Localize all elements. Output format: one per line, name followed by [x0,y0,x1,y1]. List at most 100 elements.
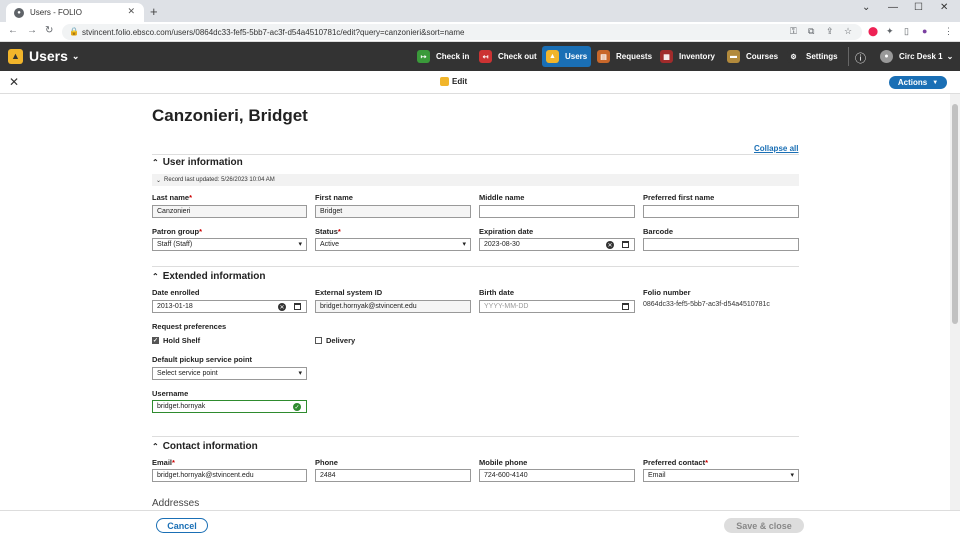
edit-form: Canzonieri, Bridget ⌃ User information Co… [0,94,950,510]
close-window-icon[interactable]: ✕ [940,2,948,13]
share-icon[interactable]: ⇪ [826,26,834,37]
username-value: bridget.hornyak [157,403,206,410]
close-icon[interactable]: ✕ [9,75,19,89]
pickup-service-point-select[interactable]: Select service point ▾ [152,367,307,380]
caret-down-icon: ▾ [298,370,302,377]
caret-down-icon: ▾ [298,241,302,248]
phone-label: Phone [315,458,338,467]
scrollbar[interactable] [950,94,960,510]
module-requests[interactable]: ▤ Requests [593,46,656,67]
section-extended-information[interactable]: ⌃ Extended information [152,271,266,282]
module-label: Inventory [679,52,716,61]
mobile-phone-input[interactable]: 724-600-4140 [479,469,635,482]
help-icon[interactable]: ⓘ [855,50,866,66]
sidepanel-icon[interactable]: ▯ [904,26,909,37]
preferred-first-name-input[interactable] [643,205,799,218]
section-user-information[interactable]: ⌃ User information [152,157,243,168]
new-tab-icon[interactable]: + [150,4,158,19]
module-label: Check in [436,52,470,61]
puzzle-icon[interactable]: ✦ [886,26,894,37]
module-label: Settings [806,52,838,61]
module-check-in[interactable]: ↦ Check in [413,46,473,67]
record-metadata[interactable]: ⌄ Record last updated: 5/26/2023 10:04 AM [152,174,799,186]
gear-icon: ⚙ [787,50,800,63]
date-enrolled-label: Date enrolled [152,288,200,297]
birth-date-placeholder: YYYY-MM-DD [484,303,529,310]
bookmark-icon[interactable]: ☆ [844,26,852,37]
profile-menu[interactable]: ● Circ Desk 1 ⌄ [876,46,957,67]
checkbox-empty-icon [315,337,322,344]
actions-button[interactable]: Actions ▼ [889,76,947,89]
minimize-icon[interactable]: — [888,2,898,13]
calendar-icon[interactable] [622,303,629,310]
first-name-input[interactable]: Bridget [315,205,471,218]
chevron-down-icon[interactable]: ⌄ [862,2,870,13]
collapse-all-link[interactable]: Collapse all [754,144,798,153]
check-icon: ✓ [293,403,301,411]
extension-icon[interactable]: ⬤ [868,26,878,37]
clear-icon[interactable]: ✕ [278,303,286,311]
birth-date-label: Birth date [479,288,515,297]
preferred-contact-label: Preferred contact* [643,458,709,467]
save-and-close-button[interactable]: Save & close [724,518,804,533]
clear-icon[interactable]: ✕ [606,241,614,249]
users-app-icon [440,77,449,86]
calendar-icon[interactable] [622,241,629,248]
divider [152,266,799,267]
module-users[interactable]: ▲ Users [542,46,592,67]
delivery-checkbox[interactable]: Delivery [315,336,355,345]
checkbox-checked-icon: ✓ [152,337,159,344]
patron-group-select[interactable]: Staff (Staff) ▾ [152,238,307,251]
module-settings[interactable]: ⚙ Settings [783,46,842,67]
forward-icon[interactable]: → [27,25,37,36]
profile-avatar[interactable]: ● [922,26,927,36]
expiration-date-input[interactable]: 2023-08-30 ✕ [479,238,635,251]
folio-number-value: 0864dc33-fef5-5bb7-ac3f-d54a4510781c [643,301,770,308]
open-external-icon[interactable]: ⧉ [808,26,814,37]
scrollbar-thumb[interactable] [952,104,958,324]
section-title: User information [162,157,243,168]
maximize-icon[interactable]: ☐ [914,2,923,13]
back-icon[interactable]: ← [8,25,18,36]
phone-input[interactable]: 2484 [315,469,471,482]
addresses-heading[interactable]: Addresses [152,498,199,509]
email-input[interactable]: bridget.hornyak@stvincent.edu [152,469,307,482]
folio-number-label: Folio number [643,288,691,297]
tab-close-icon[interactable]: ✕ [127,6,135,17]
username-input[interactable]: bridget.hornyak ✓ [152,400,307,413]
status-select[interactable]: Active ▾ [315,238,471,251]
date-enrolled-input[interactable]: 2013-01-18 ✕ [152,300,307,313]
module-inventory[interactable]: ▦ Inventory [656,46,719,67]
cancel-button[interactable]: Cancel [156,518,208,533]
external-id-input[interactable]: bridget.hornyak@stvincent.edu [315,300,471,313]
reload-icon[interactable]: ↻ [45,25,53,36]
preferred-contact-select[interactable]: Email ▾ [643,469,799,482]
birth-date-input[interactable]: YYYY-MM-DD [479,300,635,313]
browser-tab[interactable]: ● Users - FOLIO ✕ [6,3,144,22]
address-bar[interactable]: 🔒 stvincent.folio.ebsco.com/users/0864dc… [62,24,862,40]
courses-icon: ▬ [727,50,740,63]
service-point-label: Circ Desk 1 [899,52,943,61]
middle-name-label: Middle name [479,193,525,202]
divider [152,436,799,437]
last-name-label: Last name* [152,193,193,202]
middle-name-input[interactable] [479,205,635,218]
menu-icon[interactable]: ⋮ [944,26,953,37]
patron-group-value: Staff (Staff) [157,241,193,248]
checkbox-label: Delivery [326,336,356,345]
preferred-first-name-label: Preferred first name [643,193,715,202]
module-label: Courses [746,52,779,61]
barcode-input[interactable] [643,238,799,251]
request-preferences-label: Request preferences [152,322,227,331]
calendar-icon[interactable] [294,303,301,310]
hold-shelf-checkbox[interactable]: ✓ Hold Shelf [152,336,200,345]
key-icon[interactable]: ⚿ [790,26,797,37]
module-check-out[interactable]: ↤ Check out [475,46,541,67]
last-name-input[interactable]: Canzonieri [152,205,307,218]
section-contact-information[interactable]: ⌃ Contact information [152,441,258,452]
caret-down-icon: ▼ [932,79,939,86]
app-switcher[interactable]: ▲ Users ⌄ [8,48,79,64]
expiration-date-label: Expiration date [479,227,534,236]
folio-app-bar: ▲ Users ⌄ ↦ Check in ↤ Check out ▲ Users ▤ R… [0,42,960,71]
module-courses[interactable]: ▬ Courses [723,46,782,67]
